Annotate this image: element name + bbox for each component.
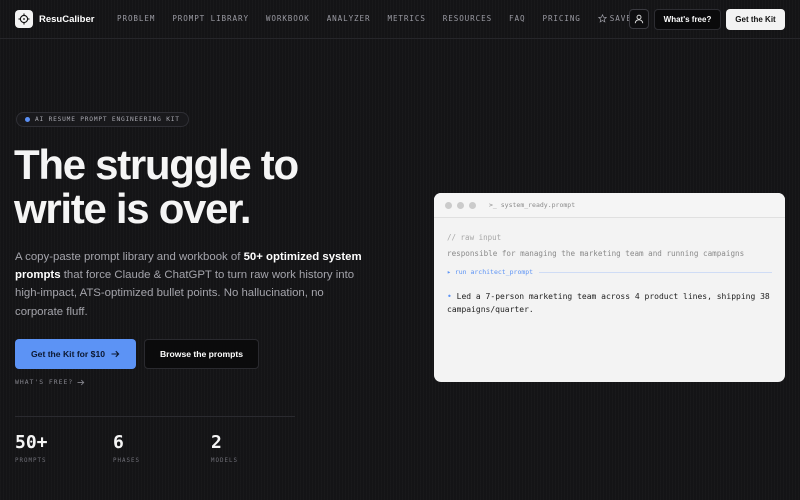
editor-title-bar: >_ system_ready.prompt [434, 193, 785, 218]
filename-text: system_ready.prompt [500, 201, 576, 209]
get-kit-cta-button[interactable]: Get the Kit for $10 [15, 339, 136, 369]
stat-label: PHASES [113, 458, 140, 464]
whats-free-button[interactable]: What's free? [654, 9, 721, 30]
stat-value: 50+ [15, 432, 48, 453]
nav-link-analyzer[interactable]: ANALYZER [327, 14, 371, 23]
hero-headline: The struggle to write is over. [14, 143, 394, 231]
nav-link-prompt-library[interactable]: PROMPT LIBRARY [172, 14, 249, 23]
editor-body: // raw input responsible for managing th… [434, 218, 785, 316]
stat-label: MODELS [211, 458, 238, 464]
badge-text: AI RESUME PROMPT ENGINEERING KIT [35, 116, 180, 123]
run-divider [539, 271, 772, 273]
prompt-editor-card: >_ system_ready.prompt // raw input resp… [434, 193, 785, 382]
nav-link-problem[interactable]: PROBLEM [117, 14, 155, 23]
stat-models: 2 MODELS [211, 432, 238, 464]
user-icon [634, 14, 644, 24]
output-text: Led a 7-person marketing team across 4 p… [447, 292, 770, 314]
brand[interactable]: ResuCaliber [15, 10, 94, 28]
window-dot [469, 201, 476, 209]
lede-part-1: A copy-paste prompt library and workbook… [15, 251, 244, 263]
output-bullet-line: • Led a 7-person marketing team across 4… [447, 290, 772, 316]
nav-link-metrics[interactable]: METRICS [387, 14, 425, 23]
whats-free-link-label: WHAT'S FREE? [15, 378, 74, 386]
whats-free-link[interactable]: WHAT'S FREE? [15, 378, 85, 386]
nav-link-workbook[interactable]: WORKBOOK [266, 14, 310, 23]
terminal-icon: >_ [489, 201, 497, 209]
stat-prompts: 50+ PROMPTS [15, 432, 48, 464]
run-row: ▸ run architect_prompt [447, 268, 772, 276]
stat-value: 2 [211, 432, 222, 453]
cta-primary-label: Get the Kit for $10 [30, 349, 106, 359]
nav-link-resources[interactable]: RESOURCES [443, 14, 492, 23]
headline-line-1: The struggle to [14, 141, 299, 188]
brand-name: ResuCaliber [39, 13, 95, 25]
star-icon [597, 14, 607, 23]
lede-part-2: that force Claude & ChatGPT to turn raw … [15, 269, 355, 318]
badge-dot [25, 117, 30, 122]
get-kit-button[interactable]: Get the Kit [726, 9, 785, 30]
account-button[interactable] [629, 9, 649, 29]
stats-divider [15, 416, 295, 417]
stat-phases: 6 PHASES [113, 432, 140, 464]
window-dot [457, 201, 464, 209]
nav-link-pricing[interactable]: PRICING [542, 14, 580, 23]
headline-line-2: write is over. [14, 185, 252, 232]
arrow-right-icon [111, 350, 120, 358]
raw-input-text: responsible for managing the marketing t… [447, 249, 745, 258]
arrow-right-icon [77, 379, 85, 385]
editor-filename: >_ system_ready.prompt [489, 201, 575, 209]
crosshair-icon [15, 10, 33, 28]
stat-value: 6 [113, 432, 124, 453]
stat-label: PROMPTS [15, 458, 47, 464]
window-dot [445, 201, 452, 209]
nav-links: PROBLEM PROMPT LIBRARY WORKBOOK ANALYZER… [117, 14, 637, 23]
hero-description: A copy-paste prompt library and workbook… [15, 248, 370, 321]
browse-prompts-button[interactable]: Browse the prompts [144, 339, 259, 369]
top-nav: ResuCaliber PROBLEM PROMPT LIBRARY WORKB… [0, 0, 800, 39]
hero-badge: AI RESUME PROMPT ENGINEERING KIT [16, 112, 189, 127]
raw-input-comment: // raw input [447, 233, 502, 242]
run-command: ▸ run architect_prompt [447, 268, 534, 276]
nav-link-faq[interactable]: FAQ [509, 14, 525, 23]
bullet-dot: • [447, 292, 452, 301]
